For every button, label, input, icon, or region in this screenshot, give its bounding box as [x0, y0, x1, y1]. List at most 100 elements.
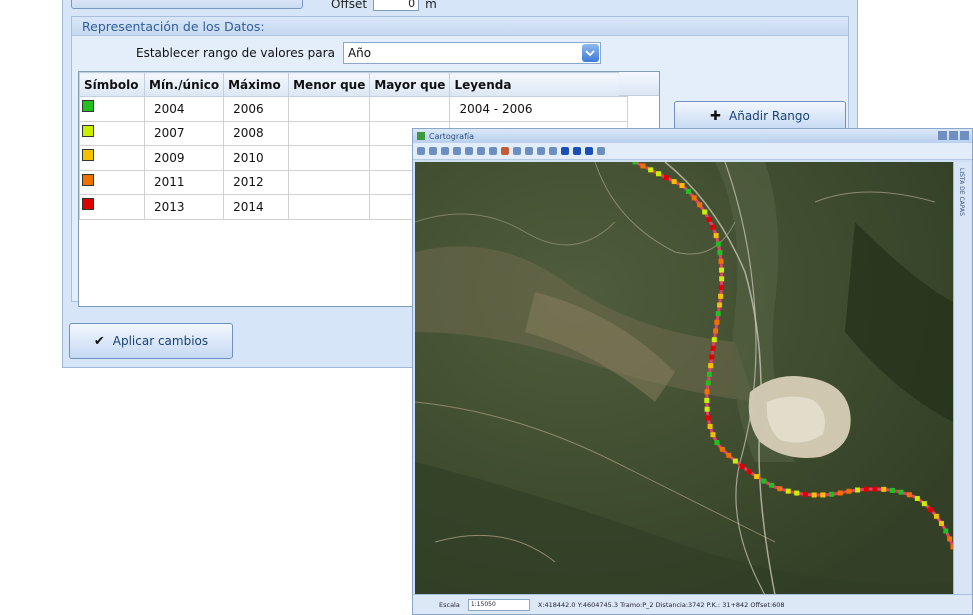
- zoom-window-icon[interactable]: [477, 147, 485, 155]
- route-point[interactable]: [933, 513, 939, 519]
- less-than-cell[interactable]: [288, 194, 371, 220]
- color-swatch[interactable]: [82, 173, 94, 186]
- less-than-cell[interactable]: [288, 120, 371, 146]
- route-point[interactable]: [671, 179, 677, 185]
- route-point[interactable]: [769, 482, 775, 488]
- route-point[interactable]: [715, 241, 721, 247]
- greater-than-cell[interactable]: [369, 96, 451, 122]
- route-point[interactable]: [685, 188, 691, 194]
- add-range-button[interactable]: ✚ Añadir Rango: [674, 101, 846, 131]
- color-swatch[interactable]: [82, 149, 94, 161]
- max-cell[interactable]: 2012: [223, 169, 290, 195]
- col-header-greater-than[interactable]: Mayor que: [369, 72, 451, 97]
- route-point[interactable]: [704, 389, 710, 395]
- ruler-icon[interactable]: [585, 147, 593, 155]
- less-than-cell[interactable]: [288, 96, 371, 122]
- scale-input[interactable]: 1:15050: [467, 598, 530, 611]
- route-point[interactable]: [648, 167, 654, 173]
- select-icon[interactable]: [525, 147, 533, 155]
- route-point[interactable]: [704, 397, 710, 403]
- route-point[interactable]: [705, 415, 711, 421]
- back-icon[interactable]: [489, 147, 497, 155]
- route-point[interactable]: [889, 487, 895, 493]
- route-point[interactable]: [914, 495, 920, 501]
- less-than-cell[interactable]: [288, 169, 371, 195]
- min-cell[interactable]: 2009: [143, 145, 225, 171]
- route-point[interactable]: [881, 486, 887, 492]
- route-point[interactable]: [726, 452, 732, 458]
- symbol-cell[interactable]: [79, 120, 145, 146]
- route-point[interactable]: [719, 267, 725, 273]
- offset-input[interactable]: 0: [373, 0, 420, 11]
- minimize-icon[interactable]: [938, 131, 947, 140]
- pan-icon[interactable]: [417, 147, 425, 155]
- route-point[interactable]: [719, 276, 725, 282]
- route-point[interactable]: [802, 491, 808, 497]
- chevron-down-icon[interactable]: [581, 44, 599, 62]
- col-header-max[interactable]: Máximo: [223, 72, 290, 97]
- route-point[interactable]: [709, 354, 715, 360]
- route-point[interactable]: [640, 163, 646, 169]
- route-point[interactable]: [704, 406, 710, 412]
- symbol-cell[interactable]: [79, 194, 145, 220]
- route-point[interactable]: [837, 490, 843, 496]
- route-point[interactable]: [943, 528, 949, 534]
- route-point[interactable]: [855, 487, 861, 493]
- max-cell[interactable]: 2008: [223, 120, 290, 146]
- color-swatch[interactable]: [82, 198, 94, 210]
- col-header-legend[interactable]: Leyenda: [449, 72, 629, 97]
- route-point[interactable]: [718, 285, 724, 291]
- route-point[interactable]: [702, 209, 708, 215]
- route-point[interactable]: [697, 202, 703, 208]
- range-field-select[interactable]: Año: [342, 42, 601, 64]
- route-point[interactable]: [717, 302, 723, 308]
- route-point[interactable]: [898, 489, 904, 495]
- apply-changes-button[interactable]: ✔ Aplicar cambios: [69, 323, 233, 359]
- zoom-out-icon[interactable]: [453, 147, 461, 155]
- route-point[interactable]: [708, 363, 714, 369]
- route-point[interactable]: [761, 478, 767, 484]
- layer-list-tab[interactable]: LISTA DE CAPAS: [953, 162, 971, 595]
- route-point[interactable]: [714, 439, 720, 445]
- zoom-in-icon[interactable]: [441, 147, 449, 155]
- route-point[interactable]: [928, 507, 934, 513]
- col-header-less-than[interactable]: Menor que: [288, 72, 371, 97]
- route-point[interactable]: [710, 224, 716, 230]
- zoom-extent-icon[interactable]: [465, 147, 473, 155]
- route-point[interactable]: [785, 488, 791, 494]
- satellite-imagery[interactable]: [415, 162, 953, 595]
- route-point[interactable]: [710, 345, 716, 351]
- route-point[interactable]: [706, 217, 712, 223]
- close-icon[interactable]: [960, 131, 969, 140]
- color-swatch[interactable]: [82, 124, 94, 137]
- route-point[interactable]: [739, 463, 745, 469]
- route-point[interactable]: [632, 162, 638, 165]
- edit-icon[interactable]: [549, 147, 557, 155]
- route-point[interactable]: [663, 175, 669, 181]
- route-point[interactable]: [846, 488, 852, 494]
- route-point[interactable]: [794, 490, 800, 496]
- route-point[interactable]: [656, 171, 662, 177]
- info-icon[interactable]: [561, 147, 569, 155]
- min-cell[interactable]: 2013: [143, 194, 225, 220]
- route-point[interactable]: [811, 492, 817, 498]
- route-point[interactable]: [713, 328, 719, 334]
- route-point[interactable]: [947, 536, 953, 542]
- col-header-symbol[interactable]: Símbolo: [79, 72, 145, 97]
- route-point[interactable]: [718, 293, 724, 299]
- aerial-map[interactable]: [415, 162, 953, 595]
- route-point[interactable]: [707, 423, 713, 429]
- route-point[interactable]: [705, 380, 711, 386]
- top-button[interactable]: [71, 0, 303, 9]
- route-point[interactable]: [754, 474, 760, 480]
- route-point[interactable]: [732, 458, 738, 464]
- min-cell[interactable]: 2004: [143, 96, 225, 122]
- route-point[interactable]: [706, 371, 712, 377]
- route-point[interactable]: [713, 233, 719, 239]
- symbol-cell[interactable]: [79, 145, 145, 171]
- route-point[interactable]: [921, 501, 927, 507]
- max-cell[interactable]: 2010: [223, 145, 290, 171]
- max-cell[interactable]: 2006: [223, 96, 290, 122]
- route-point[interactable]: [820, 492, 826, 498]
- route-point[interactable]: [829, 491, 835, 497]
